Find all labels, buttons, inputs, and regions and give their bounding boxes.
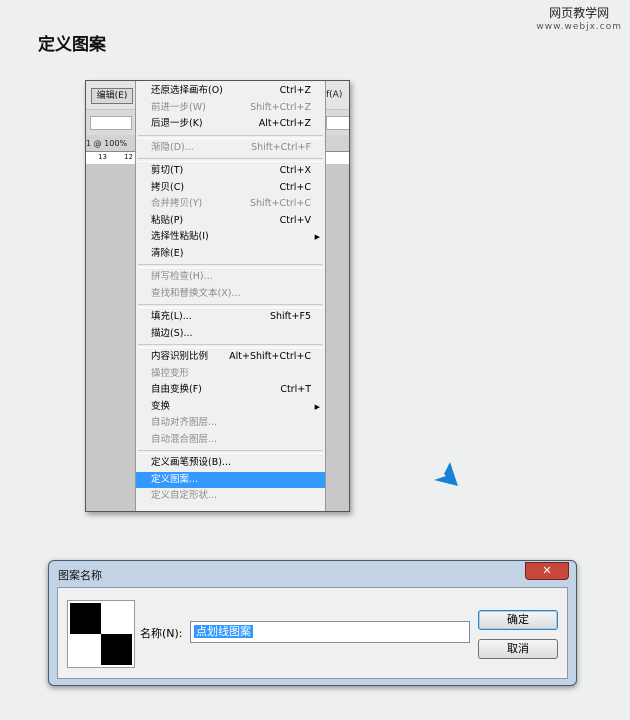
menu-separator <box>138 344 323 348</box>
menu-item[interactable]: 还原选择画布(O) Ctrl+Z <box>136 83 325 99</box>
menu-item-label: 后退一步(K) <box>151 118 203 129</box>
menu-separator <box>138 158 323 162</box>
menu-item-label: 合并拷贝(Y) <box>151 198 203 209</box>
menu-item-shortcut: Ctrl+T <box>280 384 311 395</box>
arrow-down-right-icon <box>418 448 458 486</box>
menu-item-label: 渐隐(D)... <box>151 141 194 153</box>
menu-item-label: 还原选择画布(O) <box>151 85 223 96</box>
menu-item-shortcut: Alt+Ctrl+Z <box>258 118 311 129</box>
menu-item[interactable]: 剪切(T) Ctrl+X <box>136 163 325 179</box>
menu-item[interactable]: 后退一步(K) Alt+Ctrl+Z <box>136 116 325 132</box>
menu-item[interactable]: 前进一步(W) Shift+Ctrl+Z <box>136 100 325 116</box>
menu-item-label: 定义自定形状... <box>151 490 218 501</box>
menu-item-shortcut: Shift+Ctrl+Z <box>250 101 311 113</box>
menu-item[interactable]: 填充(L)... Shift+F5 <box>136 309 325 325</box>
ruler-label: 13 <box>98 153 107 161</box>
menu-item[interactable]: 定义自定形状... <box>136 488 325 504</box>
menu-item-label: 自动对齐图层... <box>151 417 218 428</box>
menu-separator <box>138 304 323 308</box>
menu-item-label: 操控变形 <box>151 367 190 379</box>
menu-item[interactable]: 自动对齐图层... <box>136 415 325 431</box>
menu-item[interactable]: 变换 ▶ <box>136 399 325 415</box>
menu-item[interactable]: 拼写检查(H)... <box>136 269 325 285</box>
menu-item-shortcut: Ctrl+X <box>279 165 311 176</box>
document-tab[interactable]: 1 @ 100% <box>86 139 127 148</box>
watermark-site: 网页教学网 <box>549 6 610 20</box>
menu-item-label: 拼写检查(H)... <box>151 271 213 282</box>
menu-separator <box>138 264 323 268</box>
menu-item-label: 变换 <box>151 400 171 412</box>
name-input[interactable]: 点划线图案 <box>190 621 470 643</box>
watermark-url: www.webjx.com <box>536 22 622 32</box>
dialog-title: 图案名称 <box>58 569 102 582</box>
menu-item-label: 自由变换(F) <box>151 384 202 395</box>
menu-item-label: 清除(E) <box>151 247 184 259</box>
menu-item-shortcut: Ctrl+Z <box>279 85 311 96</box>
menu-item[interactable]: 自动混合图层... <box>136 432 325 448</box>
menu-item-label: 选择性粘贴(I) <box>151 231 209 242</box>
menu-item-label: 查找和替换文本(X)... <box>151 287 241 299</box>
submenu-arrow-icon: ▶ <box>314 233 320 241</box>
edit-dropdown-menu: 还原选择画布(O) Ctrl+Z 前进一步(W) Shift+Ctrl+Z 后退一步(K… <box>135 81 326 511</box>
ok-button[interactable]: 确定 <box>478 610 558 630</box>
menu-item[interactable]: 内容识别比例 Alt+Shift+Ctrl+C <box>136 349 325 365</box>
name-input-value: 点划线图案 <box>194 625 253 638</box>
menu-item-label: 剪切(T) <box>151 165 184 176</box>
menu-item-label: 内容识别比例 <box>151 351 209 362</box>
photoshop-screenshot: 编辑(E) f(A) 1 @ 100% 13 12 还原选择画布(O) Ctrl+… <box>85 80 350 512</box>
menu-item-label: 填充(L)... <box>151 311 192 322</box>
menu-item[interactable]: 操控变形 <box>136 366 325 382</box>
menu-item[interactable]: 定义图案... <box>136 471 325 488</box>
submenu-arrow-icon: ▶ <box>314 402 320 411</box>
menu-item-label: 拷贝(C) <box>151 181 185 193</box>
menu-item[interactable]: 渐隐(D)... Shift+Ctrl+F <box>136 140 325 156</box>
menu-item[interactable]: 拷贝(C) Ctrl+C <box>136 180 325 196</box>
edit-menu-button[interactable]: 编辑(E) <box>91 88 133 104</box>
dialog-body: 名称(N): 点划线图案 确定 取消 <box>57 587 568 679</box>
menu-separator <box>138 134 323 139</box>
menu-item-label: 前进一步(W) <box>151 101 206 113</box>
menu-item[interactable]: 描边(S)... <box>136 326 325 342</box>
close-button[interactable]: ✕ <box>525 562 569 580</box>
menu-item[interactable]: 查找和替换文本(X)... <box>136 286 325 302</box>
menu-item-label: 自动混合图层... <box>151 433 218 445</box>
menu-item-shortcut: Shift+Ctrl+F <box>251 141 311 153</box>
page-title: 定义图案 <box>38 35 106 55</box>
menu-separator <box>138 450 323 454</box>
menu-item-label: 描边(S)... <box>151 327 193 339</box>
pattern-preview <box>67 600 135 668</box>
menu-item[interactable]: 定义画笔预设(B)... <box>136 455 325 471</box>
name-label: 名称(N): <box>140 627 183 640</box>
watermark: 网页教学网 www.webjx.com <box>536 6 622 34</box>
menu-item[interactable]: 选择性粘贴(I) ▶ <box>136 229 325 245</box>
menu-item-label: 定义图案... <box>151 473 199 485</box>
menu-item-label: 定义画笔预设(B)... <box>151 457 231 468</box>
pattern-square <box>70 603 101 634</box>
menu-item-label: 粘贴(P) <box>151 214 184 226</box>
menu-item-shortcut: Shift+Ctrl+C <box>249 198 311 209</box>
menu-bar-item[interactable]: f(A) <box>326 90 342 100</box>
menu-item-shortcut: Ctrl+C <box>279 181 312 193</box>
pattern-square <box>101 634 132 665</box>
pattern-name-dialog: 图案名称 ✕ 名称(N): 点划线图案 确定 取消 <box>48 560 577 686</box>
menu-item-shortcut: Ctrl+V <box>279 214 311 226</box>
ruler-label: 12 <box>124 153 133 161</box>
menu-item[interactable]: 合并拷贝(Y) Shift+Ctrl+C <box>136 196 325 212</box>
cancel-button[interactable]: 取消 <box>478 639 558 659</box>
menu-item[interactable]: 清除(E) <box>136 246 325 262</box>
menu-item[interactable]: 粘贴(P) Ctrl+V <box>136 213 325 229</box>
menu-item[interactable]: 自由变换(F) Ctrl+T <box>136 382 325 398</box>
options-field[interactable] <box>90 116 132 130</box>
menu-item-shortcut: Shift+F5 <box>269 311 311 322</box>
menu-item-shortcut: Alt+Shift+Ctrl+C <box>229 351 311 362</box>
options-field[interactable] <box>326 116 349 130</box>
